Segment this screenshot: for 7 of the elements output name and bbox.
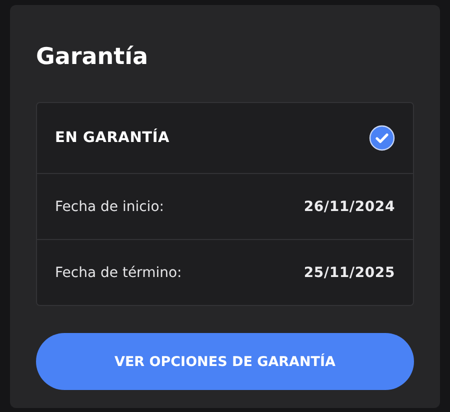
date-label: Fecha de término: [55, 264, 182, 280]
date-value: 26/11/2024 [304, 198, 395, 214]
date-value: 25/11/2025 [304, 264, 395, 280]
warranty-options-button[interactable]: VER OPCIONES DE GARANTÍA [36, 333, 414, 390]
date-label: Fecha de inicio: [55, 198, 164, 214]
warranty-status: EN GARANTÍA [55, 130, 170, 146]
card-title: Garantía [36, 43, 148, 72]
